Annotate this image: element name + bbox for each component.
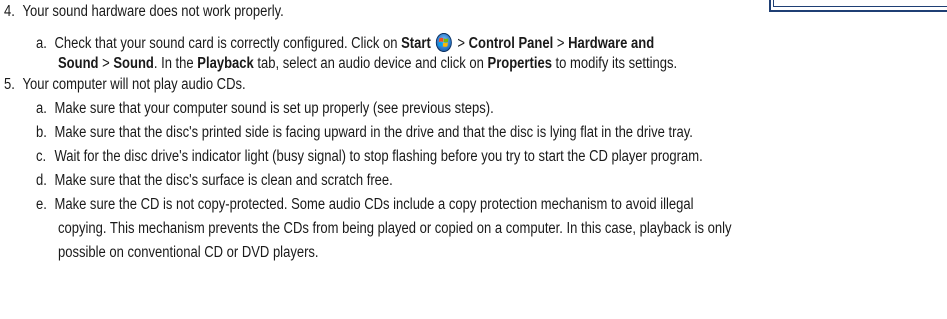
sub-item-text: Make sure that the disc's printed side i… [54,124,693,141]
sub-item-text: Make sure the CD is not copy-protected. … [54,196,694,213]
separator: > [453,35,469,52]
list-item-4: 4. Your sound hardware does not work prop… [4,2,284,22]
list-item-text: Your sound hardware does not work proper… [22,3,284,20]
sub-letter: a. [36,35,47,52]
separator: > [98,55,114,72]
start-label: Start [401,35,431,52]
hardware-and-label: Hardware and [568,35,655,52]
list-number: 4. [4,3,15,20]
document-page: 4. Your sound hardware does not work prop… [0,0,947,319]
sub-letter: c. [36,148,47,165]
note-box-edge [769,0,947,12]
list-item-5e-line1: e. Make sure the CD is not copy-protected… [36,195,694,215]
sub-item-text: Make sure that the disc's surface is cle… [54,172,393,189]
separator: > [553,35,569,52]
control-panel-label: Control Panel [468,35,554,52]
list-number: 5. [4,76,15,93]
sub-item-text: Wait for the disc drive's indicator ligh… [54,148,703,165]
sub-letter: b. [36,124,47,141]
list-item-4a-line2: Sound > Sound. In the Playback tab, sele… [58,54,677,74]
sound-label: Sound [113,55,154,72]
list-item-4a-line1: a. Check that your sound card is correctl… [36,33,654,54]
list-item-5a: a. Make sure that your computer sound is … [36,99,494,119]
text-run: . In the [153,55,198,72]
list-item-5: 5. Your computer will not play audio CDs. [4,75,246,95]
sub-letter: a. [36,100,47,117]
text-run: Check that your sound card is correctly … [54,35,402,52]
list-item-5e-line2: copying. This mechanism prevents the CDs… [58,219,732,239]
list-item-5e-line3: possible on conventional CD or DVD playe… [58,243,319,263]
list-item-5c: c. Wait for the disc drive's indicator li… [36,147,703,167]
sub-letter: d. [36,172,47,189]
sub-item-text: Make sure that your computer sound is se… [54,100,494,117]
list-item-text: Your computer will not play audio CDs. [22,76,246,93]
playback-tab-label: Playback [197,55,254,72]
list-item-5d: d. Make sure that the disc's surface is c… [36,171,393,191]
text-run: tab, select an audio device and click on [253,55,488,72]
sub-item-text: possible on conventional CD or DVD playe… [58,244,319,261]
text-run: to modify its settings. [551,55,678,72]
sub-letter: e. [36,196,47,213]
sub-item-text: copying. This mechanism prevents the CDs… [58,220,732,237]
list-item-5b: b. Make sure that the disc's printed side… [36,123,693,143]
windows-start-orb-icon [436,33,453,52]
properties-label: Properties [487,55,552,72]
sound-label: Sound [58,55,99,72]
